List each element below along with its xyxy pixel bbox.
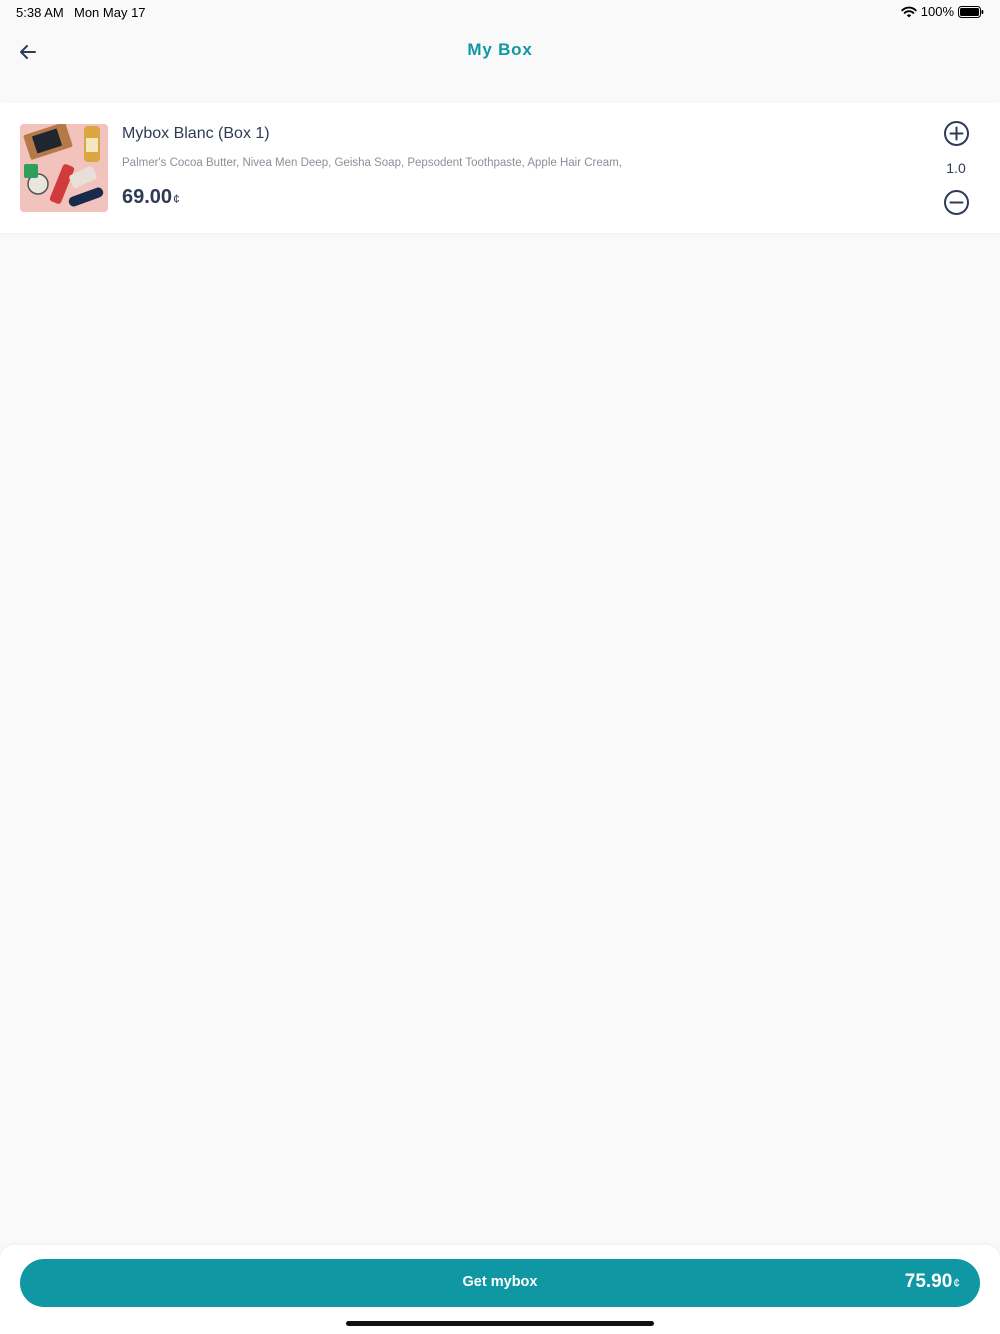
- checkout-label: Get mybox: [462, 1274, 538, 1290]
- item-price-value: 69.00: [122, 186, 173, 208]
- header: My Box: [0, 24, 1000, 80]
- plus-circle-icon: [944, 121, 969, 146]
- item-name: Mybox Blanc (Box 1): [122, 125, 270, 142]
- quantity-value: 1.0: [946, 160, 966, 176]
- decrease-quantity-button[interactable]: [943, 189, 970, 216]
- battery-icon: [958, 5, 984, 18]
- status-date: Mon May 17: [74, 5, 146, 20]
- get-mybox-button[interactable]: Get mybox 75.90¢: [20, 1259, 980, 1307]
- status-indicators: 100%: [901, 4, 984, 19]
- item-description: Palmer's Cocoa Butter, Nivea Men Deep, G…: [122, 157, 622, 169]
- product-image: [20, 124, 108, 212]
- bottom-bar: Get mybox 75.90¢: [0, 1245, 1000, 1334]
- increase-quantity-button[interactable]: [943, 120, 970, 147]
- checkout-total: 75.90¢: [905, 1271, 960, 1293]
- item-price-currency: ¢: [173, 192, 180, 206]
- wifi-icon: [901, 6, 917, 18]
- my-box-screen: 5:38 AM Mon May 17 100% My Box Mybox Bla…: [0, 0, 1000, 1334]
- battery-percent: 100%: [920, 4, 954, 19]
- cart-item: Mybox Blanc (Box 1) Palmer's Cocoa Butte…: [0, 103, 1000, 233]
- item-price: 69.00¢: [122, 186, 180, 209]
- checkout-total-value: 75.90: [904, 1271, 953, 1292]
- page-title: My Box: [467, 40, 533, 59]
- checkout-total-currency: ¢: [953, 1276, 960, 1290]
- status-bar: 5:38 AM Mon May 17 100%: [0, 0, 1000, 24]
- home-indicator[interactable]: [346, 1321, 654, 1326]
- status-time: 5:38 AM: [16, 5, 64, 20]
- minus-circle-icon: [944, 190, 969, 215]
